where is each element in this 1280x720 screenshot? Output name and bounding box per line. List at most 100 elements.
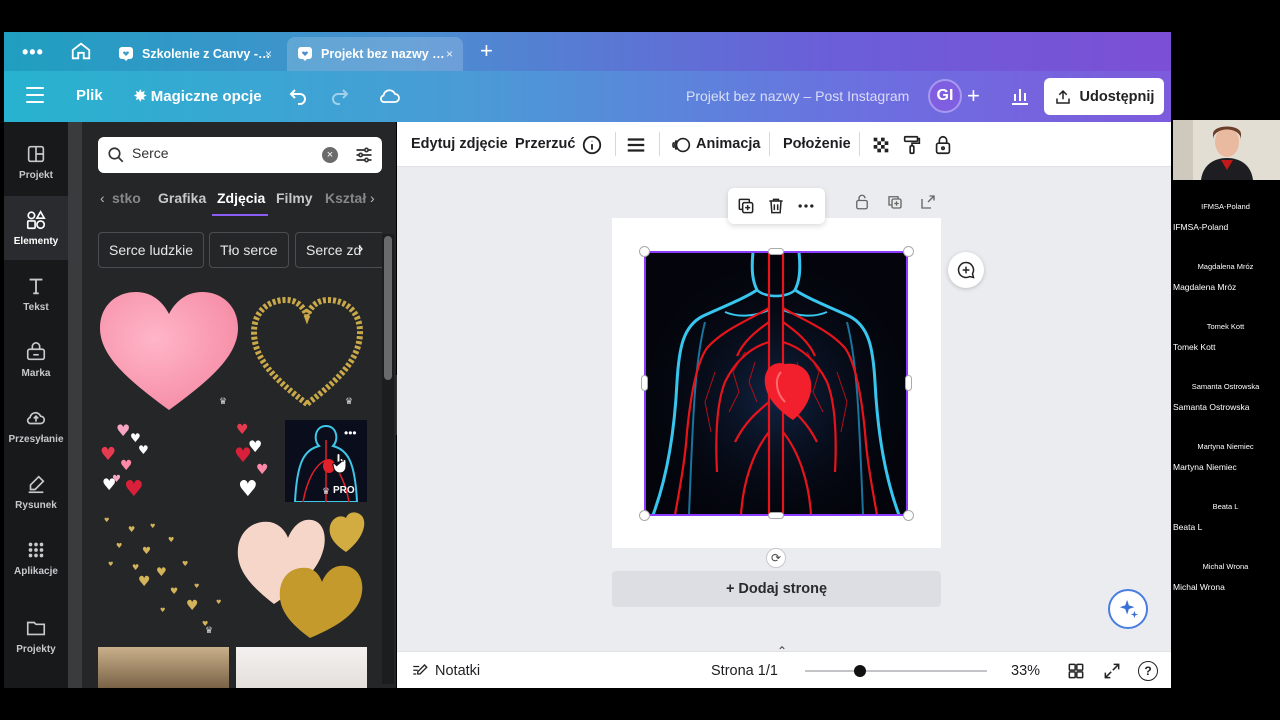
sidebar-item-projekty[interactable]: Projekty — [4, 604, 68, 668]
painted-hearts-thumbnail[interactable] — [234, 508, 368, 640]
chip-serce-zdrowie[interactable]: Serce zd — [295, 232, 382, 268]
participant-tile[interactable]: Michal Wrona Michal Wrona — [1171, 540, 1280, 600]
border-style-icon[interactable] — [625, 134, 647, 156]
browser-tab-projekt[interactable]: Projekt bez nazwy … × — [287, 37, 463, 71]
page-indicator[interactable]: Strona 1/1 — [711, 663, 778, 679]
add-comment-button[interactable] — [948, 252, 984, 288]
browser-tab-szkolenie[interactable]: Szkolenie z Canvy -… × — [108, 37, 282, 71]
pink-watercolor-heart-thumbnail[interactable] — [98, 290, 240, 412]
resize-handle-bottom[interactable] — [768, 512, 784, 519]
animation-button[interactable]: Animacja — [696, 136, 760, 152]
resize-handle-left[interactable] — [641, 375, 648, 391]
paint-roller-icon[interactable] — [901, 134, 923, 156]
redo-icon[interactable] — [328, 83, 352, 107]
file-menu-button[interactable]: Plik — [76, 87, 103, 104]
vertical-scrollbar[interactable] — [1157, 167, 1171, 651]
sidebar-item-przesylanie[interactable]: Przesyłanie — [4, 394, 68, 458]
notes-button[interactable]: Notatki — [411, 662, 480, 680]
flip-button[interactable]: Przerzuć — [515, 136, 575, 152]
tab-wszystko[interactable]: stko — [112, 190, 141, 206]
toolbar-divider — [859, 132, 860, 156]
info-icon[interactable] — [581, 134, 603, 156]
tab-close-button[interactable]: × — [446, 47, 453, 61]
tab-grafika[interactable]: Grafika — [158, 190, 206, 206]
lock-page-icon[interactable] — [853, 193, 871, 211]
resize-handle-bottom-left[interactable] — [639, 510, 650, 521]
transparency-checker-icon[interactable] — [870, 134, 892, 156]
scattered-hearts-thumbnail[interactable]: ♥ ♥ ♥ ♥ ♥ ♥ ♥ ♥ ♥ ♥ ♥ ♥ ♥ — [98, 420, 278, 502]
browser-menu-button[interactable]: ••• — [22, 42, 44, 63]
duplicate-icon[interactable] — [736, 196, 756, 216]
sidebar-item-elementy[interactable]: Elementy — [4, 196, 68, 260]
resize-handle-top-right[interactable] — [903, 246, 914, 257]
participant-tile[interactable]: Tomek Kott Tomek Kott — [1171, 300, 1280, 360]
tab-ksztalty[interactable]: Kształ — [325, 190, 366, 206]
invite-button[interactable]: + — [967, 83, 980, 109]
rotate-icon[interactable]: ⟳ — [766, 548, 786, 568]
edit-photo-button[interactable]: Edytuj zdjęcie — [411, 136, 508, 152]
resize-handle-right[interactable] — [905, 375, 912, 391]
more-options-icon[interactable]: ••• — [344, 426, 357, 440]
search-input[interactable] — [132, 145, 312, 161]
animation-icon[interactable] — [671, 134, 693, 156]
white-photo-thumbnail[interactable] — [236, 647, 367, 688]
insights-chart-icon[interactable] — [1008, 84, 1032, 108]
home-icon[interactable] — [70, 40, 92, 62]
sidebar-item-tekst[interactable]: Tekst — [4, 262, 68, 326]
undo-icon[interactable] — [286, 83, 310, 107]
sunset-hands-thumbnail[interactable] — [98, 647, 229, 688]
chevron-right-icon[interactable]: › — [358, 240, 363, 258]
participant-tile[interactable]: Samanta Ostrowska Samanta Ostrowska — [1171, 360, 1280, 420]
fullscreen-icon[interactable] — [1102, 661, 1122, 681]
sidebar-item-rysunek[interactable]: Rysunek — [4, 460, 68, 524]
zoom-slider-thumb[interactable] — [854, 665, 866, 677]
cloud-save-icon[interactable] — [378, 84, 402, 108]
avatar[interactable]: GI — [928, 79, 962, 113]
chevron-right-icon[interactable]: › — [370, 190, 375, 206]
tab-zdjecia[interactable]: Zdjęcia — [217, 190, 265, 206]
chip-tlo-serce[interactable]: Tło serce — [209, 232, 289, 268]
resize-handle-top[interactable] — [768, 248, 784, 255]
zoom-slider[interactable] — [805, 670, 987, 672]
selection-frame[interactable] — [644, 251, 908, 516]
trash-icon[interactable] — [766, 196, 786, 216]
zoom-percentage[interactable]: 33% — [1011, 663, 1040, 679]
panel-left-scrollbar[interactable] — [68, 122, 82, 688]
filter-sliders-icon[interactable] — [354, 145, 374, 165]
chevron-up-icon[interactable]: ⌃ — [777, 644, 787, 658]
share-button[interactable]: Udostępnij — [1044, 78, 1164, 115]
lock-icon[interactable] — [932, 134, 954, 156]
panel-scrollbar-thumb[interactable] — [384, 236, 392, 380]
add-page-icon[interactable] — [919, 193, 937, 211]
position-button[interactable]: Położenie — [783, 136, 851, 152]
duplicate-page-icon[interactable] — [886, 193, 904, 211]
tab-filmy[interactable]: Filmy — [276, 190, 313, 206]
participant-tile[interactable]: IFMSA-Poland IFMSA-Poland — [1171, 180, 1280, 240]
participant-tile[interactable]: Martyna Niemiec Martyna Niemiec — [1171, 420, 1280, 480]
participant-tile[interactable]: Magdalena Mróz Magdalena Mróz — [1171, 240, 1280, 300]
grid-view-icon[interactable] — [1066, 661, 1086, 681]
more-options-icon[interactable] — [796, 196, 816, 216]
clear-search-icon[interactable]: × — [322, 147, 338, 163]
resize-handle-top-left[interactable] — [639, 246, 650, 257]
svg-text:♥: ♥ — [128, 525, 135, 534]
hamburger-menu-icon[interactable] — [26, 87, 44, 105]
svg-text:♥: ♥ — [116, 421, 130, 440]
chevron-left-icon[interactable]: ‹ — [100, 190, 105, 206]
sidebar-item-projekt[interactable]: Projekt — [4, 130, 68, 194]
magic-assistant-button[interactable] — [1108, 589, 1148, 629]
sidebar-item-aplikacje[interactable]: Aplikacje — [4, 526, 68, 590]
gold-glitter-heart-thumbnail[interactable] — [248, 292, 366, 412]
new-tab-button[interactable]: + — [480, 38, 493, 64]
chip-serce-ludzkie[interactable]: Serce ludzkie — [98, 232, 205, 268]
svg-text:♥: ♥ — [142, 546, 151, 557]
magic-options-button[interactable]: ✸ Magiczne opcje — [134, 87, 262, 105]
help-button[interactable]: ? — [1138, 661, 1158, 681]
participant-tile[interactable]: Beata L Beata L — [1171, 480, 1280, 540]
add-page-button[interactable]: + Dodaj stronę — [612, 571, 941, 607]
gold-hearts-confetti-thumbnail[interactable]: ♥♥ ♥ ♥ ♥♥ ♥ ♥ ♥ ♥♥♥ ♥♥♥ ♥♥ — [98, 508, 226, 634]
sidebar-item-marka[interactable]: Marka — [4, 328, 68, 392]
document-title[interactable]: Projekt bez nazwy – Post Instagram — [686, 88, 909, 104]
resize-handle-bottom-right[interactable] — [903, 510, 914, 521]
tab-close-button[interactable]: × — [265, 47, 272, 61]
